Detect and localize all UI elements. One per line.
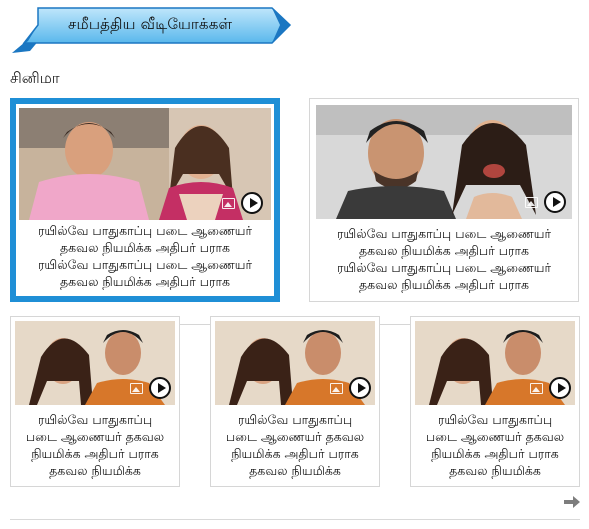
- media-icons: [525, 191, 566, 213]
- footer-divider: [10, 519, 580, 520]
- video-card-small-3[interactable]: ரயில்வே பாதுகாப்பு படை ஆணையர் தகவல நியமி…: [410, 316, 580, 487]
- caption-line: தகவல நியமிக்க அதிபர் பராக: [59, 274, 230, 289]
- media-icons: [222, 192, 263, 214]
- image-icon: [222, 197, 235, 209]
- image-icon: [525, 196, 538, 208]
- caption-line: ரயில்வே பாதுகாப்பு: [237, 412, 353, 427]
- video-thumbnail[interactable]: [415, 321, 575, 405]
- caption-line: தகவல நியமிக்க அதிபர் பராக: [358, 277, 529, 292]
- video-caption[interactable]: ரயில்வே பாதுகாப்பு படை ஆணையர் தகவல நியமி…: [16, 222, 274, 290]
- video-caption[interactable]: ரயில்வே பாதுகாப்பு படை ஆணையர் தகவல நியமி…: [411, 411, 579, 479]
- video-thumbnail[interactable]: [316, 105, 572, 219]
- caption-line: நியமிக்க அதிபர் பராக: [231, 446, 359, 461]
- section-banner: சமீபத்திய வீடியோக்கள்: [10, 5, 292, 55]
- caption-line: ரயில்வே பாதுகாப்பு படை ஆணையர்: [336, 260, 552, 275]
- section-label: சினிமா: [10, 69, 60, 87]
- video-caption[interactable]: ரயில்வே பாதுகாப்பு படை ஆணையர் தகவல நியமி…: [310, 225, 578, 293]
- play-icon[interactable]: [549, 377, 571, 399]
- video-thumbnail[interactable]: [19, 108, 271, 220]
- video-caption[interactable]: ரயில்வே பாதுகாப்பு படை ஆணையர் தகவல நியமி…: [211, 411, 379, 479]
- play-icon[interactable]: [349, 377, 371, 399]
- caption-line: தகவல நியமிக்க அதிபர் பராக: [358, 243, 529, 258]
- image-icon: [530, 382, 543, 394]
- caption-line: தகவல நியமிக்க: [249, 463, 341, 478]
- caption-line: தகவல நியமிக்க: [449, 463, 541, 478]
- caption-line: ரயில்வே பாதுகாப்பு படை ஆணையர்: [336, 226, 552, 241]
- caption-line: படை ஆணையர் தகவல: [25, 429, 165, 444]
- divider-line: [180, 324, 210, 325]
- image-icon: [330, 382, 343, 394]
- caption-line: ரயில்வே பாதுகாப்பு: [437, 412, 553, 427]
- media-icons: [330, 377, 371, 399]
- caption-line: நியமிக்க அதிபர் பராக: [31, 446, 159, 461]
- play-icon[interactable]: [544, 191, 566, 213]
- caption-line: நியமிக்க அதிபர் பராக: [431, 446, 559, 461]
- video-card-featured-2[interactable]: ரயில்வே பாதுகாப்பு படை ஆணையர் தகவல நியமி…: [309, 98, 579, 302]
- play-icon[interactable]: [149, 377, 171, 399]
- video-caption[interactable]: ரயில்வே பாதுகாப்பு படை ஆணையர் தகவல நியமி…: [11, 411, 179, 479]
- video-card-small-1[interactable]: ரயில்வே பாதுகாப்பு படை ஆணையர் தகவல நியமி…: [10, 316, 180, 487]
- video-thumbnail[interactable]: [15, 321, 175, 405]
- divider-line: [380, 324, 410, 325]
- caption-line: படை ஆணையர் தகவல: [425, 429, 565, 444]
- video-card-small-2[interactable]: ரயில்வே பாதுகாப்பு படை ஆணையர் தகவல நியமி…: [210, 316, 380, 487]
- video-thumbnail[interactable]: [215, 321, 375, 405]
- caption-line: படை ஆணையர் தகவல: [225, 429, 365, 444]
- caption-line: ரயில்வே பாதுகாப்பு படை ஆணையர்: [37, 257, 253, 272]
- caption-line: தகவல நியமிக்க அதிபர் பராக: [59, 240, 230, 255]
- play-icon[interactable]: [241, 192, 263, 214]
- banner-title: சமீபத்திய வீடியோக்கள்: [68, 15, 233, 33]
- media-icons: [530, 377, 571, 399]
- caption-line: ரயில்வே பாதுகாப்பு: [37, 412, 153, 427]
- image-icon: [130, 382, 143, 394]
- next-arrow-icon[interactable]: [563, 495, 581, 509]
- caption-line: தகவல நியமிக்க: [49, 463, 141, 478]
- caption-line: ரயில்வே பாதுகாப்பு படை ஆணையர்: [37, 223, 253, 238]
- video-card-featured-1[interactable]: ரயில்வே பாதுகாப்பு படை ஆணையர் தகவல நியமி…: [10, 98, 280, 302]
- media-icons: [130, 377, 171, 399]
